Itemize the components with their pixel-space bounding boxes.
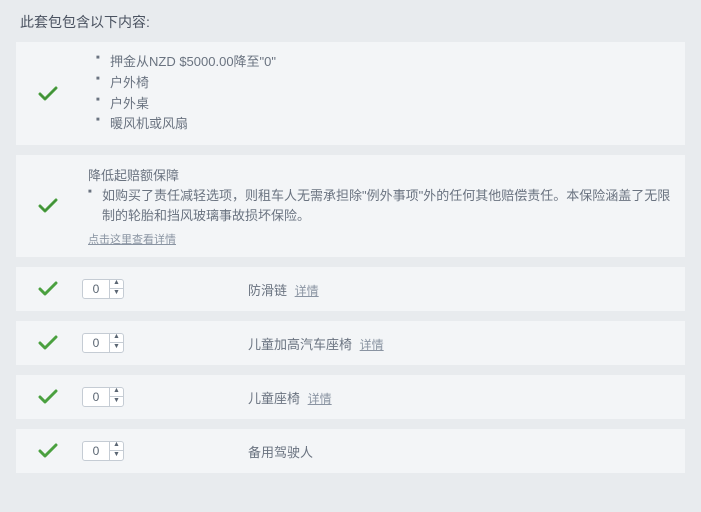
included-items-list: 押金从NZD $5000.00降至"0" 户外椅 户外桌 暖风机或风扇	[88, 52, 673, 135]
stepper-up-icon[interactable]: ▲	[110, 387, 123, 397]
stepper-column: 0 ▲ ▼	[82, 441, 242, 461]
quantity-stepper[interactable]: 0 ▲ ▼	[82, 387, 124, 407]
option-label: 防滑链	[248, 283, 287, 298]
option-row-booster-seat: 0 ▲ ▼ 儿童加高汽车座椅 详情	[16, 321, 685, 365]
check-column	[28, 389, 82, 405]
option-details-link[interactable]: 详情	[360, 338, 384, 352]
stepper-value: 0	[83, 282, 109, 296]
option-row-snow-chains: 0 ▲ ▼ 防滑链 详情	[16, 267, 685, 311]
checkmark-icon	[38, 198, 58, 214]
check-column	[28, 86, 82, 102]
quantity-stepper[interactable]: 0 ▲ ▼	[82, 441, 124, 461]
option-details-link[interactable]: 详情	[308, 392, 332, 406]
included-items-content: 押金从NZD $5000.00降至"0" 户外椅 户外桌 暖风机或风扇	[82, 52, 673, 135]
quantity-stepper[interactable]: 0 ▲ ▼	[82, 333, 124, 353]
option-label-column: 儿童座椅 详情	[242, 388, 673, 407]
option-label: 儿童加高汽车座椅	[248, 337, 352, 352]
stepper-column: 0 ▲ ▼	[82, 387, 242, 407]
checkmark-icon	[38, 281, 58, 297]
checkmark-icon	[38, 443, 58, 459]
stepper-up-icon[interactable]: ▲	[110, 279, 123, 289]
option-row-child-seat: 0 ▲ ▼ 儿童座椅 详情	[16, 375, 685, 419]
stepper-up-icon[interactable]: ▲	[110, 333, 123, 343]
list-item: 户外桌	[96, 94, 673, 115]
check-column	[28, 443, 82, 459]
list-item: 押金从NZD $5000.00降至"0"	[96, 52, 673, 73]
stepper-up-icon[interactable]: ▲	[110, 441, 123, 451]
option-details-link[interactable]: 详情	[295, 284, 319, 298]
checkmark-icon	[38, 335, 58, 351]
stepper-value: 0	[83, 390, 109, 404]
insurance-description: 如购买了责任减轻选项，则租车人无需承担除"例外事项"外的任何其他赔偿责任。本保险…	[88, 186, 673, 225]
quantity-stepper[interactable]: 0 ▲ ▼	[82, 279, 124, 299]
list-item: 户外椅	[96, 73, 673, 94]
insurance-subtitle: 降低起赔额保障	[88, 165, 673, 184]
checkmark-icon	[38, 389, 58, 405]
option-label: 儿童座椅	[248, 391, 300, 406]
check-column	[28, 281, 82, 297]
option-label: 备用驾驶人	[248, 445, 313, 460]
option-label-column: 防滑链 详情	[242, 280, 673, 299]
stepper-value: 0	[83, 444, 109, 458]
checkmark-icon	[38, 86, 58, 102]
check-column	[28, 198, 82, 214]
stepper-down-icon[interactable]: ▼	[110, 289, 123, 299]
stepper-value: 0	[83, 336, 109, 350]
insurance-details-link[interactable]: 点击这里查看详情	[88, 231, 176, 247]
stepper-down-icon[interactable]: ▼	[110, 397, 123, 407]
stepper-column: 0 ▲ ▼	[82, 333, 242, 353]
stepper-down-icon[interactable]: ▼	[110, 451, 123, 461]
insurance-content: 降低起赔额保障 如购买了责任减轻选项，则租车人无需承担除"例外事项"外的任何其他…	[82, 165, 673, 247]
stepper-column: 0 ▲ ▼	[82, 279, 242, 299]
included-items-row: 押金从NZD $5000.00降至"0" 户外椅 户外桌 暖风机或风扇	[16, 42, 685, 145]
stepper-down-icon[interactable]: ▼	[110, 343, 123, 353]
panel-heading: 此套包包含以下内容:	[16, 12, 685, 32]
list-item: 暖风机或风扇	[96, 114, 673, 135]
option-row-additional-driver: 0 ▲ ▼ 备用驾驶人	[16, 429, 685, 473]
option-label-column: 备用驾驶人	[242, 442, 673, 461]
check-column	[28, 335, 82, 351]
option-label-column: 儿童加高汽车座椅 详情	[242, 334, 673, 353]
insurance-row: 降低起赔额保障 如购买了责任减轻选项，则租车人无需承担除"例外事项"外的任何其他…	[16, 155, 685, 257]
package-content-panel: 此套包包含以下内容: 押金从NZD $5000.00降至"0" 户外椅 户外桌 …	[0, 0, 701, 495]
